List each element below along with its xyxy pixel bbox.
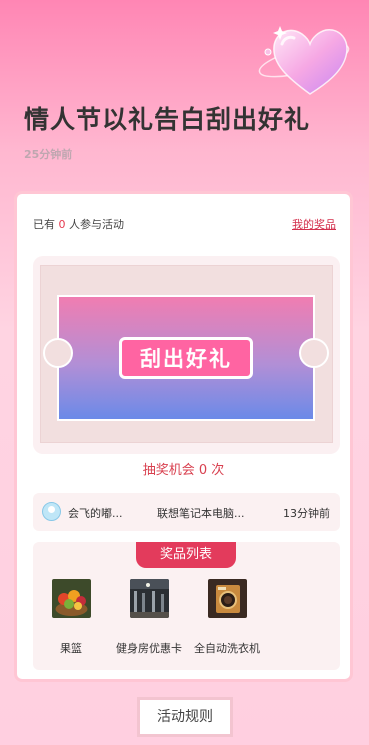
winner-time: 13分钟前 (283, 507, 330, 520)
page-title: 情人节以礼告白刮出好礼 (24, 105, 311, 134)
participants-suffix: 人参与活动 (69, 218, 124, 231)
washing-machine-image (207, 579, 247, 618)
scratch-card-area: 刮出好礼 (33, 256, 340, 454)
prize-list: 奖品列表 果篮 健身房优惠卡 全自动洗衣机 (33, 542, 340, 670)
prize-name: 健身房优惠卡 (116, 642, 182, 655)
prize-list-title: 奖品列表 (136, 542, 236, 568)
chances-prefix: 抽奖机会 (142, 463, 195, 478)
prize-item[interactable]: 全自动洗衣机 (187, 579, 267, 656)
scratch-ticket[interactable]: 刮出好礼 (43, 295, 329, 421)
prize-name: 果篮 (60, 642, 82, 655)
heart-decoration-icon (258, 26, 350, 95)
chances-count: 0 (198, 463, 208, 478)
winner-prize: 联想笔记本电脑... (157, 507, 245, 520)
ticket-notch-right (299, 338, 329, 368)
chances-suffix: 次 (211, 463, 225, 478)
post-time: 25分钟前 (24, 148, 73, 161)
gym-image (129, 579, 169, 618)
draw-chances: 抽奖机会 0 次 (17, 459, 350, 478)
winner-name: 会飞的嘟... (68, 507, 123, 520)
winner-ticker: 会飞的嘟... 联想笔记本电脑... 13分钟前 (33, 493, 340, 531)
avatar (42, 502, 61, 521)
activity-card: 已有 0 人参与活动 我的奖品 刮出好礼 抽奖机会 0 次 会飞的嘟... 联想… (14, 191, 353, 682)
scratch-card-frame: 刮出好礼 (40, 265, 333, 443)
my-prizes-link[interactable]: 我的奖品 (292, 216, 336, 232)
prize-name: 全自动洗衣机 (194, 642, 260, 655)
scratch-label: 刮出好礼 (119, 337, 253, 379)
fruit-basket-image (51, 579, 91, 618)
participants-count: 0 (58, 218, 66, 231)
prize-item[interactable]: 果篮 (31, 579, 111, 656)
participants-prefix: 已有 (33, 218, 55, 231)
participants-row: 已有 0 人参与活动 我的奖品 (33, 216, 336, 232)
prize-item[interactable]: 健身房优惠卡 (109, 579, 189, 656)
ticket-notch-left (43, 338, 73, 368)
activity-rules-button[interactable]: 活动规则 (137, 697, 233, 737)
